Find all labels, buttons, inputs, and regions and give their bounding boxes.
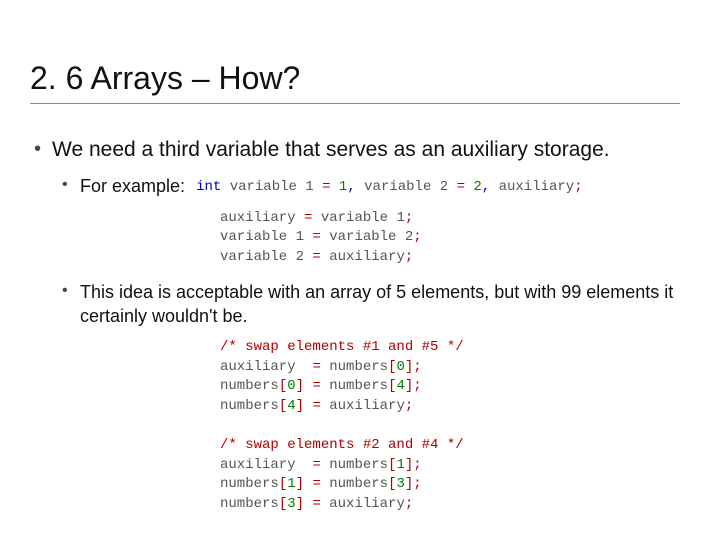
b3-lb: [ bbox=[279, 496, 287, 512]
b2-rarr: numbers bbox=[329, 476, 388, 492]
a3-rhs: auxiliary bbox=[329, 398, 405, 414]
slide-content: We need a third variable that serves as … bbox=[30, 110, 680, 515]
code-declaration: int variable 1 = 1, variable 2 = 2, auxi… bbox=[196, 178, 583, 196]
a2-lb: [ bbox=[279, 378, 287, 394]
c2l1-semi: ; bbox=[405, 210, 413, 226]
c2l2-eq: = bbox=[312, 229, 320, 245]
a2-ridx: 4 bbox=[396, 378, 404, 394]
c2l3-lhs: variable 2 bbox=[220, 249, 304, 265]
a2-rarr: numbers bbox=[329, 378, 388, 394]
a1-lhs: auxiliary bbox=[220, 359, 296, 375]
a3-idx: 4 bbox=[287, 398, 295, 414]
a2-idx: 0 bbox=[287, 378, 295, 394]
a3-semi: ; bbox=[405, 398, 413, 414]
b3-idx: 3 bbox=[287, 496, 295, 512]
a2-semi: ; bbox=[413, 378, 421, 394]
b2-semi: ; bbox=[413, 476, 421, 492]
code-swap-vars: auxiliary = variable 1; variable 1 = var… bbox=[220, 209, 680, 268]
bullet-for-example-label: For example: bbox=[80, 176, 185, 196]
b2-eq: = bbox=[312, 476, 320, 492]
b2-lhs: numbers bbox=[220, 476, 279, 492]
a1-semi: ; bbox=[413, 359, 421, 375]
b3-semi: ; bbox=[405, 496, 413, 512]
slide-title: 2. 6 Arrays – How? bbox=[30, 60, 680, 104]
b2-lb: [ bbox=[279, 476, 287, 492]
b1-arr: numbers bbox=[329, 457, 388, 473]
b3-eq: = bbox=[312, 496, 320, 512]
c2l3-rhs: auxiliary bbox=[329, 249, 405, 265]
ident-var1: variable 1 bbox=[230, 179, 314, 195]
a3-eq: = bbox=[312, 398, 320, 414]
bullet-acceptable: This idea is acceptable with an array of… bbox=[58, 281, 680, 328]
a2-eq: = bbox=[312, 378, 320, 394]
comma2: , bbox=[482, 179, 490, 195]
b2-ridx: 3 bbox=[396, 476, 404, 492]
comma1: , bbox=[347, 179, 355, 195]
c2l1-lhs: auxiliary bbox=[220, 210, 296, 226]
ident-var2: variable 2 bbox=[364, 179, 448, 195]
b2-idx: 1 bbox=[287, 476, 295, 492]
c2l2-semi: ; bbox=[413, 229, 421, 245]
semi1: ; bbox=[574, 179, 582, 195]
a1-arr: numbers bbox=[329, 359, 388, 375]
op-eq1: = bbox=[322, 179, 330, 195]
c2l3-semi: ; bbox=[405, 249, 413, 265]
c2l3-eq: = bbox=[312, 249, 320, 265]
a3-rb: ] bbox=[296, 398, 304, 414]
c2l2-rhs: variable 2 bbox=[329, 229, 413, 245]
c2l1-eq: = bbox=[304, 210, 312, 226]
op-eq2: = bbox=[457, 179, 465, 195]
c2l1-rhs: variable 1 bbox=[321, 210, 405, 226]
b3-rhs: auxiliary bbox=[329, 496, 405, 512]
c2l2-lhs: variable 1 bbox=[220, 229, 304, 245]
a3-lhs: numbers bbox=[220, 398, 279, 414]
cmt1: /* swap elements #1 and #5 */ bbox=[220, 339, 464, 355]
b3-rb: ] bbox=[296, 496, 304, 512]
a1-eq: = bbox=[312, 359, 320, 375]
keyword-int: int bbox=[196, 179, 221, 195]
a3-lb: [ bbox=[279, 398, 287, 414]
num-2: 2 bbox=[473, 179, 481, 195]
a1-idx: 0 bbox=[396, 359, 404, 375]
b2-rb: ] bbox=[296, 476, 304, 492]
code-swap-array: /* swap elements #1 and #5 */ auxiliary … bbox=[220, 338, 680, 514]
bullet-aux-storage: We need a third variable that serves as … bbox=[30, 136, 680, 163]
b1-eq: = bbox=[312, 457, 320, 473]
b1-semi: ; bbox=[413, 457, 421, 473]
a2-rb: ] bbox=[296, 378, 304, 394]
b3-lhs: numbers bbox=[220, 496, 279, 512]
b1-lhs: auxiliary bbox=[220, 457, 296, 473]
ident-aux: auxiliary bbox=[499, 179, 575, 195]
bullet-for-example: For example: int variable 1 = 1, variabl… bbox=[58, 175, 680, 198]
a2-lhs: numbers bbox=[220, 378, 279, 394]
slide: 2. 6 Arrays – How? We need a third varia… bbox=[0, 0, 720, 540]
cmt2: /* swap elements #2 and #4 */ bbox=[220, 437, 464, 453]
b1-idx: 1 bbox=[396, 457, 404, 473]
